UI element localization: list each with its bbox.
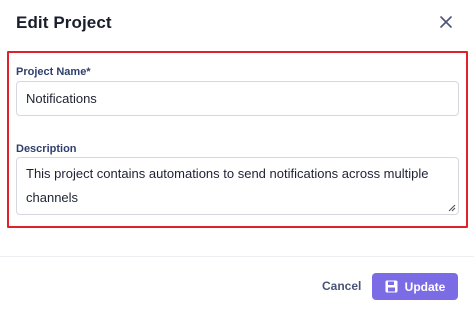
cancel-button[interactable]: Cancel <box>316 276 367 296</box>
description-label: Description <box>16 143 77 155</box>
modal-header: Edit Project <box>0 0 474 50</box>
resize-handle-icon[interactable] <box>446 202 456 212</box>
description-textarea[interactable]: This project contains automations to sen… <box>16 157 459 215</box>
modal-title: Edit Project <box>16 13 112 32</box>
update-button[interactable]: Update <box>372 273 458 300</box>
update-button-label: Update <box>404 279 446 294</box>
project-name-input[interactable] <box>16 81 459 116</box>
save-icon <box>385 280 398 293</box>
project-name-label: Project Name* <box>16 66 91 78</box>
footer-divider <box>0 256 474 257</box>
close-icon <box>440 16 452 28</box>
close-button[interactable] <box>436 12 456 32</box>
